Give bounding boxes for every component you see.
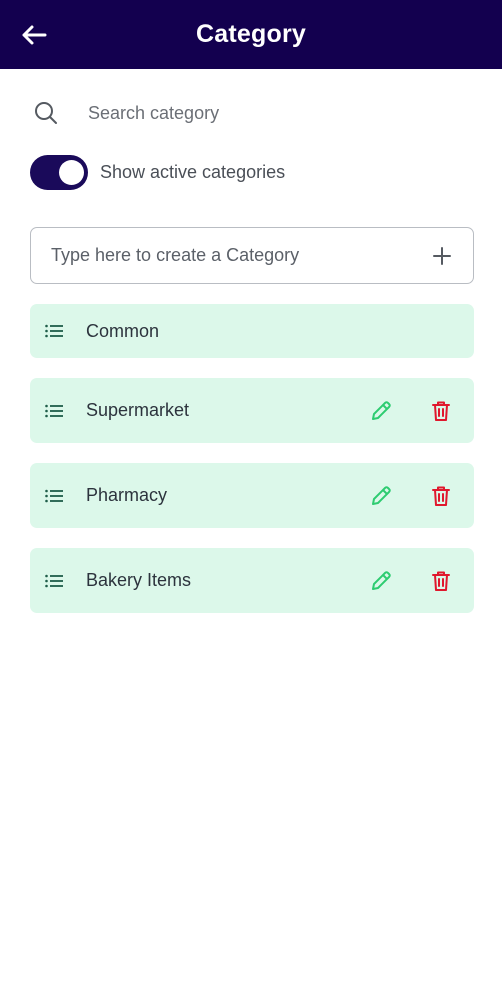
- edit-button[interactable]: [366, 481, 396, 511]
- add-category-button[interactable]: [429, 243, 455, 269]
- list-icon: [44, 321, 64, 341]
- category-item-supermarket[interactable]: Supermarket: [30, 378, 474, 443]
- plus-icon: [433, 246, 451, 265]
- search-input[interactable]: [88, 102, 418, 124]
- edit-button[interactable]: [366, 566, 396, 596]
- pencil-icon: [372, 400, 391, 420]
- page-title: Category: [196, 20, 306, 48]
- delete-button[interactable]: [426, 396, 456, 426]
- trash-icon: [432, 401, 450, 421]
- category-name: Supermarket: [86, 400, 190, 420]
- active-categories-toggle[interactable]: [30, 155, 88, 190]
- category-name: Pharmacy: [86, 485, 168, 505]
- toggle-label: Show active categories: [100, 162, 286, 182]
- back-button[interactable]: [18, 19, 50, 51]
- delete-button[interactable]: [426, 566, 456, 596]
- delete-button[interactable]: [426, 481, 456, 511]
- arrow-left-icon: [22, 25, 47, 45]
- active-filter-row: Show active categories: [30, 155, 285, 190]
- list-icon: [44, 571, 64, 591]
- create-category-field[interactable]: [30, 227, 474, 284]
- category-item-bakery-items[interactable]: Bakery Items: [30, 548, 474, 613]
- category-item-pharmacy[interactable]: Pharmacy: [30, 463, 474, 528]
- list-icon: [44, 401, 64, 421]
- search-icon: [28, 95, 64, 131]
- pencil-icon: [372, 485, 391, 505]
- category-list: Common Supermarket Pharmacy Bakery Items: [30, 304, 474, 633]
- category-name: Common: [86, 320, 160, 341]
- category-name: Bakery Items: [86, 570, 192, 590]
- trash-icon: [432, 486, 450, 506]
- search-bar[interactable]: [30, 92, 472, 134]
- create-category-input[interactable]: [51, 245, 429, 266]
- toggle-knob: [59, 160, 84, 185]
- category-item-common[interactable]: Common: [30, 304, 474, 358]
- app-bar: Category: [0, 0, 502, 69]
- list-icon: [44, 486, 64, 506]
- edit-button[interactable]: [366, 396, 396, 426]
- pencil-icon: [372, 570, 391, 590]
- trash-icon: [432, 571, 450, 591]
